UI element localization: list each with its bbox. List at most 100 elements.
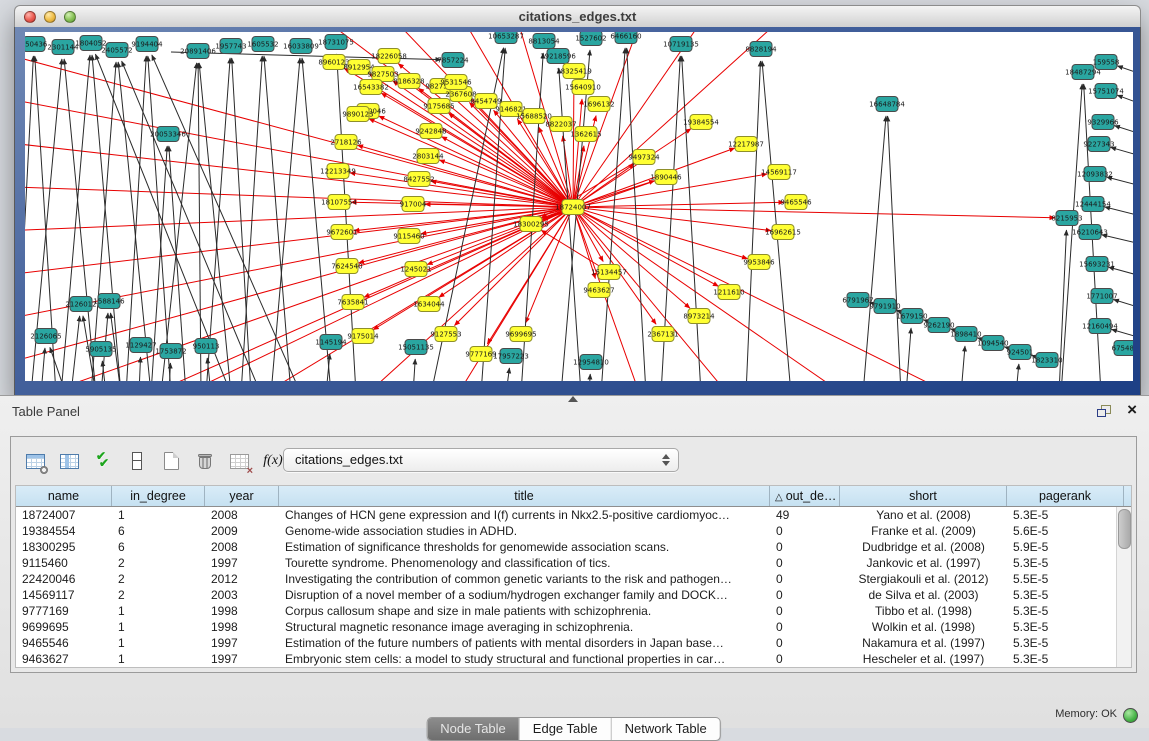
column-header-year[interactable]: year xyxy=(205,486,279,506)
graph-node-label: 7635841 xyxy=(337,299,368,307)
table-cell: 0 xyxy=(770,587,840,603)
table-row[interactable]: 946554611997Estimation of the future num… xyxy=(16,635,1131,651)
graph-node-label: 9497324 xyxy=(628,154,660,162)
graph-node-label: 12093832 xyxy=(1077,171,1113,179)
table-cell: 5.5E-5 xyxy=(1007,571,1124,587)
table-row[interactable]: 1830029562008Estimation of significance … xyxy=(16,539,1131,555)
graph-node-label: 2405572 xyxy=(101,47,132,55)
citation-edge-red xyxy=(573,32,661,207)
tab-edge-table[interactable]: Edge Table xyxy=(519,718,611,740)
graph-node-label: 10719135 xyxy=(663,41,699,49)
network-graph: 1504362301144180405224055729194404208914… xyxy=(25,32,1133,381)
create-column-button[interactable] xyxy=(155,446,187,476)
checkmarks-icon: ✔✔ xyxy=(94,452,112,470)
float-panel-icon[interactable] xyxy=(1097,405,1111,418)
column-header-in_degree[interactable]: in_degree xyxy=(112,486,205,506)
graph-node-label: 1094540 xyxy=(977,340,1008,348)
table-row[interactable]: 911546021997Tourette syndrome. Phenomeno… xyxy=(16,555,1131,571)
graph-node-label: 924501 xyxy=(1007,349,1034,357)
graph-node-label: 9227343 xyxy=(1083,141,1114,149)
trash-icon xyxy=(198,453,212,470)
table-cell: 1 xyxy=(112,603,205,619)
graph-node-label: 9777169 xyxy=(465,351,496,359)
graph-node-label: 15693231 xyxy=(1079,261,1115,269)
table-row[interactable]: 977716911998Corpus callosum shape and si… xyxy=(16,603,1131,619)
graph-node-label: 159558 xyxy=(1093,59,1120,67)
table-cell: Yano et al. (2008) xyxy=(840,507,1007,523)
column-header-name[interactable]: name xyxy=(16,486,112,506)
vertical-scrollbar[interactable] xyxy=(1116,507,1131,667)
table-row[interactable]: 946362711997Embryonic stem cells: a mode… xyxy=(16,651,1131,667)
table-header-row: namein_degreeyeartitle△out_de…shortpager… xyxy=(16,486,1131,507)
graph-node-label: 1245021 xyxy=(400,266,431,274)
citation-edge-black xyxy=(232,58,251,381)
citation-edge-red xyxy=(573,207,1055,218)
column-header-short[interactable]: short xyxy=(840,486,1007,506)
delete-column-button[interactable] xyxy=(189,446,221,476)
citation-edge-black xyxy=(888,116,901,381)
tab-network-table[interactable]: Network Table xyxy=(611,718,720,740)
window-title: citations_edges.txt xyxy=(15,6,1140,27)
scrollbar-thumb[interactable] xyxy=(1118,509,1131,549)
graph-node-label: 8186328 xyxy=(393,78,424,86)
table-cell: 0 xyxy=(770,619,840,635)
table-cell: 5.3E-5 xyxy=(1007,635,1124,651)
table-cell: 5.3E-5 xyxy=(1007,587,1124,603)
close-window-button[interactable] xyxy=(24,11,36,23)
graph-node-label: 9531546 xyxy=(440,79,472,87)
table-cell: 2 xyxy=(112,571,205,587)
select-rows-button[interactable]: ✔✔ xyxy=(87,446,119,476)
citation-edge-red xyxy=(573,202,784,207)
close-panel-icon[interactable]: × xyxy=(1127,400,1137,420)
new-document-icon xyxy=(164,452,179,470)
graph-node-label: 16962615 xyxy=(765,229,801,237)
delete-table-button[interactable]: × xyxy=(223,446,255,476)
graph-node-label: 1362615 xyxy=(570,131,601,139)
citation-edge-black xyxy=(198,63,201,381)
graph-node-label: 18731075 xyxy=(318,39,354,47)
table-row[interactable]: 969969511998Structural magnetic resonanc… xyxy=(16,619,1131,635)
citation-edge-black xyxy=(91,62,116,381)
table-row[interactable]: 1456911722003Disruption of a novel membe… xyxy=(16,587,1131,603)
column-header-pagerank[interactable]: pagerank xyxy=(1007,486,1124,506)
table-settings-button[interactable] xyxy=(19,446,51,476)
citation-edge-black xyxy=(126,56,146,381)
graph-node-label: 9242848 xyxy=(415,128,446,136)
table-cell: 5.9E-5 xyxy=(1007,539,1124,555)
graph-node-label: 18226058 xyxy=(371,53,407,61)
table-cell: 0 xyxy=(770,523,840,539)
graph-node-label: 7624540 xyxy=(331,263,362,271)
table-cell: Genome-wide association studies in ADHD. xyxy=(279,523,770,539)
window-titlebar[interactable]: citations_edges.txt xyxy=(14,5,1141,29)
show-columns-button[interactable] xyxy=(53,446,85,476)
column-header-out_de[interactable]: △out_de… xyxy=(770,486,840,506)
citation-edge-black xyxy=(71,316,80,381)
graph-node-label: 19384554 xyxy=(683,119,719,127)
graph-node-label: 917004 xyxy=(400,201,427,209)
table-selector-dropdown[interactable]: citations_edges.txt xyxy=(283,448,679,472)
table-cell: Nakamura et al. (1997) xyxy=(840,635,1007,651)
network-canvas[interactable]: 1504362301144180405224055729194404208914… xyxy=(25,32,1133,381)
table-row[interactable]: 1872400712008Changes of HCN gene express… xyxy=(16,507,1131,523)
memory-indicator-led[interactable] xyxy=(1123,708,1138,723)
table-cell: 9463627 xyxy=(16,651,112,667)
column-header-title[interactable]: title xyxy=(279,486,770,506)
panel-splitter-handle[interactable] xyxy=(568,396,578,402)
graph-node-label: 7857224 xyxy=(437,57,469,65)
graph-node-label: 9262190 xyxy=(923,322,954,330)
graph-node-label: 950113 xyxy=(193,343,220,351)
graph-node-label: 15751074 xyxy=(1088,88,1124,96)
table-row[interactable]: 2242004622012Investigating the contribut… xyxy=(16,571,1131,587)
graph-node-label: 9463627 xyxy=(583,287,614,295)
citation-edge-black xyxy=(64,59,96,381)
graph-node-label: 2126012 xyxy=(65,301,96,309)
graph-node-label: 18724007 xyxy=(555,204,591,212)
graph-node-label: 1898410 xyxy=(950,331,981,339)
table-row[interactable]: 1938455462009Genome-wide association stu… xyxy=(16,523,1131,539)
zoom-window-button[interactable] xyxy=(64,11,76,23)
graph-node-label: 16543382 xyxy=(353,84,389,92)
minimize-window-button[interactable] xyxy=(44,11,56,23)
tab-node-table[interactable]: Node Table xyxy=(427,718,519,740)
row-height-button[interactable] xyxy=(121,446,153,476)
graph-node-label: 12954810 xyxy=(573,359,609,367)
